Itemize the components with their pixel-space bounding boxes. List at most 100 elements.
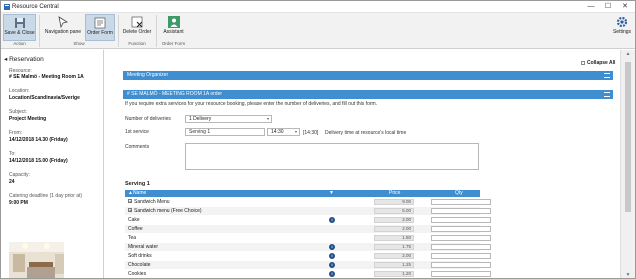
app-window: Resource Central — ☐ ✕ Save & Close Navi… <box>0 0 636 279</box>
scrollbar-thumb[interactable] <box>625 62 631 212</box>
first-service-input[interactable]: Serving 1 <box>185 128 265 136</box>
main-panel: Collapse All Meeting Organizer # SE MALM… <box>105 50 620 278</box>
comments-label: Comments <box>125 144 150 150</box>
grid-header: ▲Name ▼ Price Qty <box>125 190 480 197</box>
ribbon-separator <box>39 15 40 47</box>
group-label-function: Function <box>128 41 146 46</box>
price-column-header[interactable]: Price <box>389 190 400 197</box>
menu-item-name: + Sandwich Menu <box>128 198 170 206</box>
ribbon-separator <box>156 15 157 47</box>
table-row[interactable]: Chocolate i 1.25 <box>125 261 491 269</box>
collapse-all-toggle[interactable]: Collapse All <box>581 60 615 66</box>
minimize-button[interactable]: — <box>583 2 599 12</box>
order-form-button[interactable]: Order Form <box>85 14 115 41</box>
price-cell: 1.75 <box>374 244 414 250</box>
group-label-show: Show <box>73 41 85 46</box>
assistant-button[interactable]: Assistant <box>160 14 187 41</box>
maximize-button[interactable]: ☐ <box>600 2 616 12</box>
from-label: From: <box>9 130 23 136</box>
table-row[interactable]: Cookies i 1.20 <box>125 270 491 278</box>
meeting-organizer-title: Meeting Organizer <box>127 72 169 78</box>
price-cell: 9.00 <box>374 199 414 205</box>
gear-icon <box>616 16 628 28</box>
number-of-deliveries-value: 1 Delivery <box>189 116 212 122</box>
menu-item-label: Chocolate <box>128 262 151 268</box>
delivery-time-select[interactable]: 14:30 ▾ <box>267 128 300 136</box>
navigation-pane-button[interactable]: Navigation pane <box>43 14 83 41</box>
menu-item-label: Tea <box>128 235 137 241</box>
quantity-input[interactable] <box>431 262 491 268</box>
quantity-input[interactable] <box>431 199 491 205</box>
quantity-input[interactable] <box>431 235 491 241</box>
location-label: Location: <box>9 88 30 94</box>
table-row[interactable]: Cake i 2.00 <box>125 216 491 224</box>
comments-textarea[interactable] <box>185 143 479 170</box>
info-icon[interactable]: i <box>329 262 335 268</box>
price-cell: 2.00 <box>374 226 414 232</box>
delete-order-icon <box>131 16 143 28</box>
info-icon[interactable]: i <box>329 271 335 277</box>
room-photo <box>9 242 64 278</box>
quantity-input[interactable] <box>431 217 491 223</box>
table-row[interactable]: Tea 1.50 <box>125 234 491 242</box>
settings-label: Settings <box>612 29 632 35</box>
menu-item-name: Coffee <box>128 225 143 233</box>
close-button[interactable]: ✕ <box>617 2 633 12</box>
info-icon[interactable]: i <box>329 253 335 259</box>
save-close-button[interactable]: Save & Close <box>3 14 36 41</box>
quantity-input[interactable] <box>431 271 491 277</box>
expand-icon[interactable]: + <box>128 199 132 204</box>
reservation-heading-text: Reservation <box>9 56 44 63</box>
menu-item-label: Sandwich menu (Free Choice) <box>134 208 202 214</box>
chevron-down-icon: ▾ <box>266 116 269 121</box>
capacity-label: Capacity: <box>9 172 30 178</box>
table-row[interactable]: Mineral water i 1.75 <box>125 243 491 251</box>
settings-button[interactable]: Settings <box>611 14 633 41</box>
quantity-input[interactable] <box>431 208 491 214</box>
save-icon <box>14 18 25 28</box>
price-cell: 1.50 <box>374 235 414 241</box>
quantity-input[interactable] <box>431 253 491 259</box>
collapse-icon[interactable] <box>604 92 610 97</box>
resource-value: # SE Malmö - Meeting Room 1A <box>9 74 84 80</box>
collapse-all-checkbox[interactable] <box>581 61 585 65</box>
table-row[interactable]: + Sandwich menu (Free Choice) 5.00 <box>125 207 491 215</box>
delivery-time-value: 14:30 <box>271 129 284 135</box>
first-service-value: Serving 1 <box>189 129 211 135</box>
name-column-header[interactable]: ▲Name <box>128 190 146 197</box>
info-icon[interactable]: i <box>329 244 335 250</box>
quantity-input[interactable] <box>431 226 491 232</box>
scroll-up-icon[interactable]: ▲ <box>624 51 632 57</box>
quantity-input[interactable] <box>431 244 491 250</box>
menu-item-name: Tea <box>128 234 136 242</box>
app-icon <box>4 4 10 10</box>
title-bar: Resource Central — ☐ ✕ <box>1 1 635 13</box>
delete-order-button[interactable]: Delete Order <box>122 14 152 41</box>
room-order-header[interactable]: # SE MALMÖ - MEETING ROOM 1A order <box>123 90 613 99</box>
table-row[interactable]: Soft drinks i 2.00 <box>125 252 491 260</box>
qty-column-header[interactable]: Qty <box>455 190 463 197</box>
collapse-icon[interactable] <box>604 73 610 78</box>
reservation-heading[interactable]: ◂ Reservation <box>4 55 44 63</box>
location-value: Location/Scandinavia/Sverige <box>9 95 80 101</box>
number-of-deliveries-select[interactable]: 1 Delivery ▾ <box>185 115 272 123</box>
filter-icon[interactable]: ▼ <box>329 190 334 197</box>
catering-deadline-value: 9:00 PM <box>9 200 28 206</box>
table-row[interactable]: + Sandwich Menu 9.00 <box>125 198 491 206</box>
scroll-down-icon[interactable]: ▼ <box>624 272 632 278</box>
expand-icon[interactable]: + <box>128 208 132 213</box>
price-cell: 1.20 <box>374 271 414 277</box>
delete-order-label: Delete Order <box>122 29 152 35</box>
meeting-organizer-header[interactable]: Meeting Organizer <box>123 71 613 80</box>
menu-item-name: Mineral water <box>128 243 158 251</box>
delivery-time-hint: Delivery time at resource's local time <box>325 130 407 136</box>
number-of-deliveries-label: Number of deliveries <box>125 116 171 122</box>
ribbon-toolbar: Save & Close Navigation pane Order Form … <box>1 13 635 49</box>
delivery-time-bracket: [14:30] <box>303 130 319 136</box>
table-row[interactable]: Coffee 2.00 <box>125 225 491 233</box>
info-icon[interactable]: i <box>329 217 335 223</box>
subject-label: Subject: <box>9 109 28 115</box>
from-value: 14/12/2018 14.30 (Friday) <box>9 137 68 143</box>
vertical-scrollbar[interactable]: ▲ ▼ <box>620 50 635 278</box>
capacity-value: 24 <box>9 179 15 185</box>
